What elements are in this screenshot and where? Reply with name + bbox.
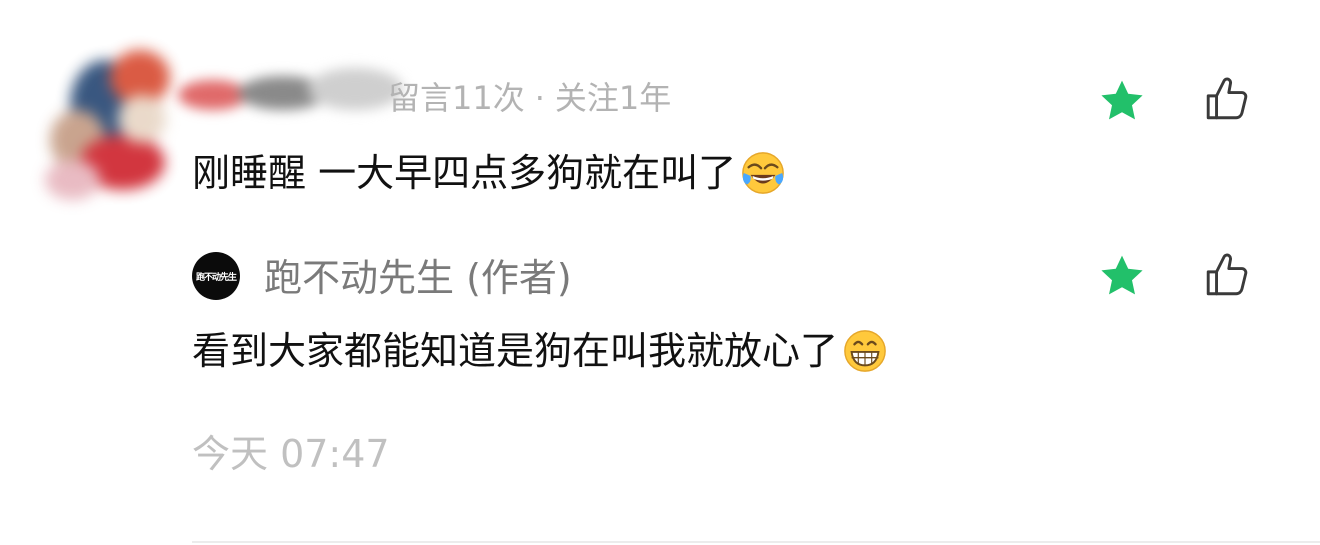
- author-avatar-logo-text: 跑不动先生: [195, 272, 237, 283]
- commenter-nickname[interactable]: [178, 62, 410, 124]
- author-avatar[interactable]: 跑不动先生: [192, 252, 240, 300]
- comment-card: 留言11次 · 关注1年 刚睡醒 一大早四点多狗就在叫了 跑不动先生 跑不动先生 (…: [0, 0, 1320, 545]
- thumbs-up-icon: [1206, 253, 1248, 296]
- message-count: 留言11次: [388, 79, 525, 117]
- comment-timestamp: 今天 07:47: [192, 432, 390, 476]
- feature-star-button[interactable]: [1094, 73, 1150, 129]
- author-name[interactable]: 跑不动先生 (作者): [264, 252, 572, 304]
- reply-body: 看到大家都能知道是狗在叫我就放心了: [192, 329, 839, 373]
- face-with-tears-of-joy-emoji: [742, 152, 784, 194]
- divider: [192, 541, 1320, 543]
- commenter-avatar[interactable]: [40, 40, 180, 205]
- comment-meta: 留言11次 · 关注1年: [388, 76, 671, 120]
- reply-like-button[interactable]: [1200, 247, 1256, 303]
- like-button[interactable]: [1200, 71, 1256, 127]
- star-icon: [1101, 80, 1143, 120]
- comment-text: 刚睡醒 一大早四点多狗就在叫了: [192, 147, 786, 199]
- comment-body: 刚睡醒 一大早四点多狗就在叫了: [192, 151, 737, 195]
- follow-duration: 关注1年: [554, 79, 672, 117]
- reply-star-button[interactable]: [1094, 248, 1150, 304]
- thumbs-up-icon: [1206, 77, 1248, 120]
- reply-text: 看到大家都能知道是狗在叫我就放心了: [192, 325, 888, 377]
- meta-separator: ·: [534, 79, 545, 117]
- star-icon: [1101, 255, 1143, 295]
- grinning-face-emoji: [844, 330, 886, 372]
